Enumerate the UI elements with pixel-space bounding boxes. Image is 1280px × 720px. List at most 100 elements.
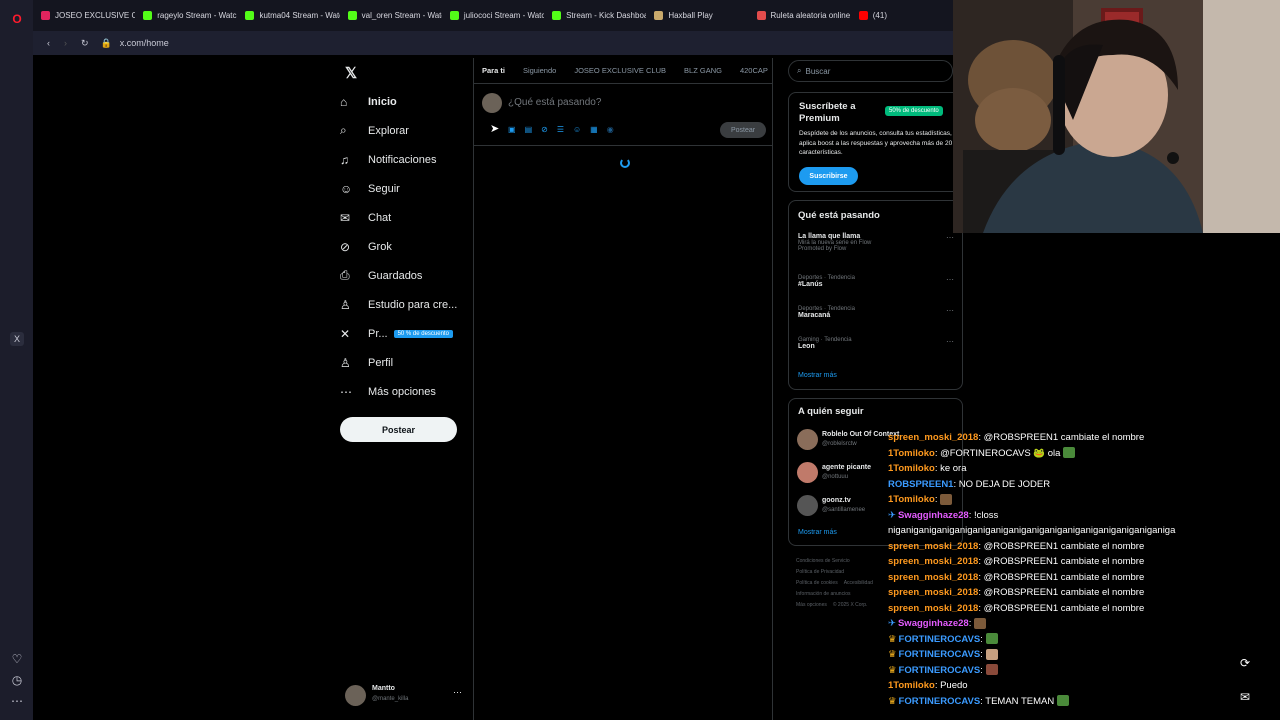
chat-emote-icon [1057, 695, 1070, 707]
footer-link[interactable]: Accesibilidad [844, 578, 873, 589]
trend-item[interactable]: Gaming · Tendencia Leon ⋯ [798, 337, 958, 368]
chat-username: spreen_moski_2018 [888, 540, 979, 552]
footer-links: Condiciones de ServicioPolítica de Priva… [796, 556, 886, 611]
trend-more-icon[interactable]: ⋯ [946, 233, 954, 242]
trend-item[interactable]: La llama que llama Mirá la nueva serie en… [798, 233, 958, 275]
nav-item-pr[interactable]: ✕ Pr... 50 % de descuento [340, 319, 472, 348]
nav-item-perfil[interactable]: ♙ Perfil [340, 348, 472, 377]
trend-item[interactable]: Deportes · Tendencia Maracaná ⋯ [798, 306, 958, 337]
back-icon[interactable]: ‹ [47, 38, 50, 48]
browser-tab[interactable]: juliococi Stream - Watch [442, 0, 544, 31]
crown-badge-icon: ♛ [888, 633, 897, 645]
chat-emote-icon [985, 648, 998, 660]
browser-tab[interactable]: JOSEO EXCLUSIVE CLUB [33, 0, 135, 31]
x-app-icon[interactable]: X [10, 332, 24, 346]
kick-icon [245, 11, 255, 20]
forward-icon[interactable]: › [64, 38, 67, 48]
bookmark-icon: ⎙ [340, 268, 350, 282]
grok-icon[interactable]: ⊘ [541, 125, 548, 134]
mail-icon[interactable]: ✉ [1237, 690, 1253, 706]
trending-show-more[interactable]: Mostrar más [798, 372, 837, 379]
reload-icon[interactable]: ↻ [81, 38, 89, 49]
chat-username: Swagginhaze28 [897, 618, 969, 629]
compose-post-button[interactable]: Postear [720, 122, 766, 138]
nav-item-explorar[interactable]: ⌕ Explorar [340, 116, 472, 145]
nav-item-grok[interactable]: ⊘ Grok [340, 232, 472, 261]
follow-show-more[interactable]: Mostrar más [798, 529, 837, 536]
browser-tab[interactable]: Haxball Play [646, 0, 748, 31]
browser-tab[interactable]: Ruleta aleatoria online - r [749, 0, 851, 31]
poll-icon[interactable]: ☰ [557, 125, 564, 134]
more-dots-icon[interactable]: ⋯ [10, 694, 24, 708]
opera-logo-icon[interactable]: O [10, 12, 24, 26]
trend-more-icon[interactable]: ⋯ [946, 337, 954, 346]
image-icon[interactable]: ▣ [508, 125, 516, 134]
browser-tab[interactable]: kutma04 Stream - Watch [237, 0, 340, 31]
chat-emote-icon [985, 664, 998, 676]
nav-item-label: Explorar [368, 124, 409, 137]
more-dots-icon[interactable]: ⋯ [453, 687, 462, 698]
opera-sidebar: O X ♡ ◷ ⋯ [0, 0, 33, 720]
avatar [797, 495, 818, 516]
sync-icon[interactable]: ⟳ [1237, 656, 1253, 672]
chat-message: ♛ FORTINEROCAVS: [888, 632, 1280, 648]
emoji-icon[interactable]: ☺ [573, 125, 581, 134]
gif-icon[interactable]: ▤ [525, 125, 533, 134]
feed-tab[interactable]: BLZ GANG [684, 66, 722, 75]
nav-item-notificaciones[interactable]: ♫ Notificaciones [340, 145, 472, 174]
schedule-icon[interactable]: ▦ [590, 125, 598, 134]
nav-item-más-opciones[interactable]: ⋯ Más opciones [340, 377, 472, 406]
footer-link[interactable]: Política de cookies [796, 578, 838, 589]
chat-message: ♛ FORTINEROCAVS: [888, 663, 1280, 679]
browser-tab[interactable]: (41) [851, 0, 953, 31]
chat-username: FORTINEROCAVS [898, 695, 981, 707]
nav-item-chat[interactable]: ✉ Chat [340, 203, 472, 232]
x-logo-icon[interactable]: 𝕏 [345, 64, 357, 82]
opera-record-icon [41, 11, 50, 20]
compose-input[interactable]: ¿Qué está pasando? [508, 97, 601, 108]
nav-item-seguir[interactable]: ☺ Seguir [340, 174, 472, 203]
browser-tab[interactable]: val_oren Stream - Watch [340, 0, 442, 31]
footer-link[interactable]: Más opciones [796, 600, 827, 611]
nav-item-guardados[interactable]: ⎙ Guardados [340, 261, 472, 290]
footer-link[interactable]: Información de anuncios [796, 589, 850, 600]
subscribe-button[interactable]: Suscribirse [799, 167, 858, 185]
chat-text: : [934, 494, 938, 505]
url-field[interactable]: x.com/home [120, 38, 169, 48]
trend-title: La llama que llama [798, 233, 861, 240]
chat-message: spreen_moski_2018: @ROBSPREEN1 cambiate … [888, 585, 1280, 601]
browser-tab[interactable]: rageylo Stream - Watch L [135, 0, 237, 31]
chat-username: spreen_moski_2018 [888, 602, 979, 614]
heart-icon[interactable]: ♡ [10, 652, 24, 666]
location-icon[interactable]: ◉ [607, 125, 614, 134]
search-field[interactable]: ⌕ Buscar [788, 60, 953, 82]
premium-card: Suscríbete a Premium 50% de descuento De… [788, 92, 963, 192]
plane-badge-icon: ✈ [888, 509, 896, 521]
nav-item-label: Chat [368, 211, 392, 224]
trend-more-icon[interactable]: ⋯ [946, 275, 954, 284]
left-nav: ⌂ Inicio ⌕ Explorar ♫ Notificaciones ☺ Seguir ✉ C… [340, 87, 472, 406]
trend-item[interactable]: Deportes · Tendencia #Lanús ⋯ [798, 275, 958, 306]
chat-username: spreen_moski_2018 [888, 556, 979, 567]
trend-more-icon[interactable]: ⋯ [946, 306, 954, 315]
browser-tab[interactable]: Stream - Kick Dashboard [544, 0, 646, 31]
follow-name: agente picante [822, 464, 872, 471]
nav-item-label: Guardados [368, 269, 423, 282]
account-switcher[interactable]: Mantto @mante_killa ⋯ [345, 685, 465, 707]
footer-link[interactable]: Política de Privacidad [796, 567, 844, 578]
feed-tab[interactable]: Para ti [482, 66, 505, 75]
chat-username: ROBSPREEN1 [888, 478, 954, 490]
footer-link: © 2025 X Corp. [832, 602, 868, 608]
feed-tab[interactable]: Siguiendo [523, 66, 556, 75]
feed-tab[interactable]: JOSEO EXCLUSIVE CLUB [574, 66, 666, 75]
history-icon[interactable]: ◷ [10, 673, 24, 687]
mail-icon: ✉ [340, 210, 351, 225]
nav-item-inicio[interactable]: ⌂ Inicio [340, 87, 472, 116]
footer-link[interactable]: Condiciones de Servicio [796, 556, 850, 567]
feed-tabs: Para ti Siguiendo JOSEO EXCLUSIVE CLUB BLZ … [474, 58, 772, 84]
chat-username: FORTINEROCAVS [898, 649, 981, 660]
feed-tab[interactable]: 420CAP [740, 66, 768, 75]
post-button[interactable]: Postear [340, 417, 457, 442]
nav-item-estudio-para-cre[interactable]: ♙ Estudio para cre... [340, 290, 472, 319]
stream-chat-overlay: spreen_moski_2018: @ROBSPREEN1 cambiate … [888, 430, 1280, 709]
